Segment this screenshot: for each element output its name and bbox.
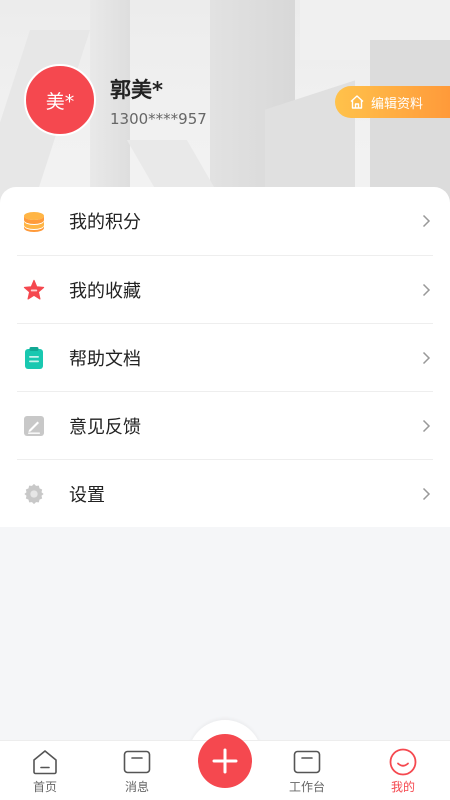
gear-icon [23,483,45,505]
clipboard-icon [23,346,45,369]
star-icon [23,279,45,301]
avatar-text: 美* [45,90,75,113]
menu-item-label: 设置 [69,484,105,506]
smile-icon [389,748,417,776]
message-icon [123,749,151,775]
chevron-right-icon [422,419,431,432]
avatar[interactable]: 美* [24,64,96,136]
tab-workbench[interactable]: 工作台 [262,741,352,800]
menu-item-favorites[interactable]: 我的收藏 [17,255,433,323]
menu-item-label: 我的积分 [69,212,141,233]
profile-header: 美* 郭美* 1300****957 编辑资料 [0,0,450,215]
user-name: 郭美* [110,78,163,102]
tab-home[interactable]: 首页 [0,741,90,800]
user-phone: 1300****957 [110,110,207,128]
menu-item-label: 意见反馈 [69,416,141,438]
edit-profile-label: 编辑资料 [371,96,424,112]
tab-messages[interactable]: 消息 [92,741,182,800]
chevron-right-icon [422,283,431,296]
menu-item-feedback[interactable]: 意见反馈 [17,391,433,459]
chevron-right-icon [422,487,431,500]
home-icon [32,749,58,775]
coins-icon [23,210,45,232]
menu-item-points[interactable]: 我的积分 [17,187,433,255]
tab-label: 首页 [32,780,57,794]
menu-item-label: 我的收藏 [69,280,141,302]
menu-item-help-docs[interactable]: 帮助文档 [17,323,433,391]
add-button[interactable] [198,734,252,788]
chevron-right-icon [422,351,431,364]
tab-label: 我的 [390,780,415,794]
chevron-right-icon [422,214,431,228]
home-outline-icon [350,95,364,109]
background-building [90,0,130,215]
edit-profile-button[interactable]: 编辑资料 [335,86,450,118]
workbench-icon [293,749,321,775]
tab-label: 工作台 [288,780,325,794]
menu-item-settings[interactable]: 设置 [17,459,433,527]
feedback-edit-icon [23,415,45,437]
menu-item-label: 帮助文档 [69,348,141,370]
plus-icon [212,748,238,774]
menu-list: 我的积分 我的收藏 帮助文档 意见反馈 设置 [0,187,450,527]
tab-mine[interactable]: 我的 [358,741,448,800]
tab-label: 消息 [124,780,149,794]
